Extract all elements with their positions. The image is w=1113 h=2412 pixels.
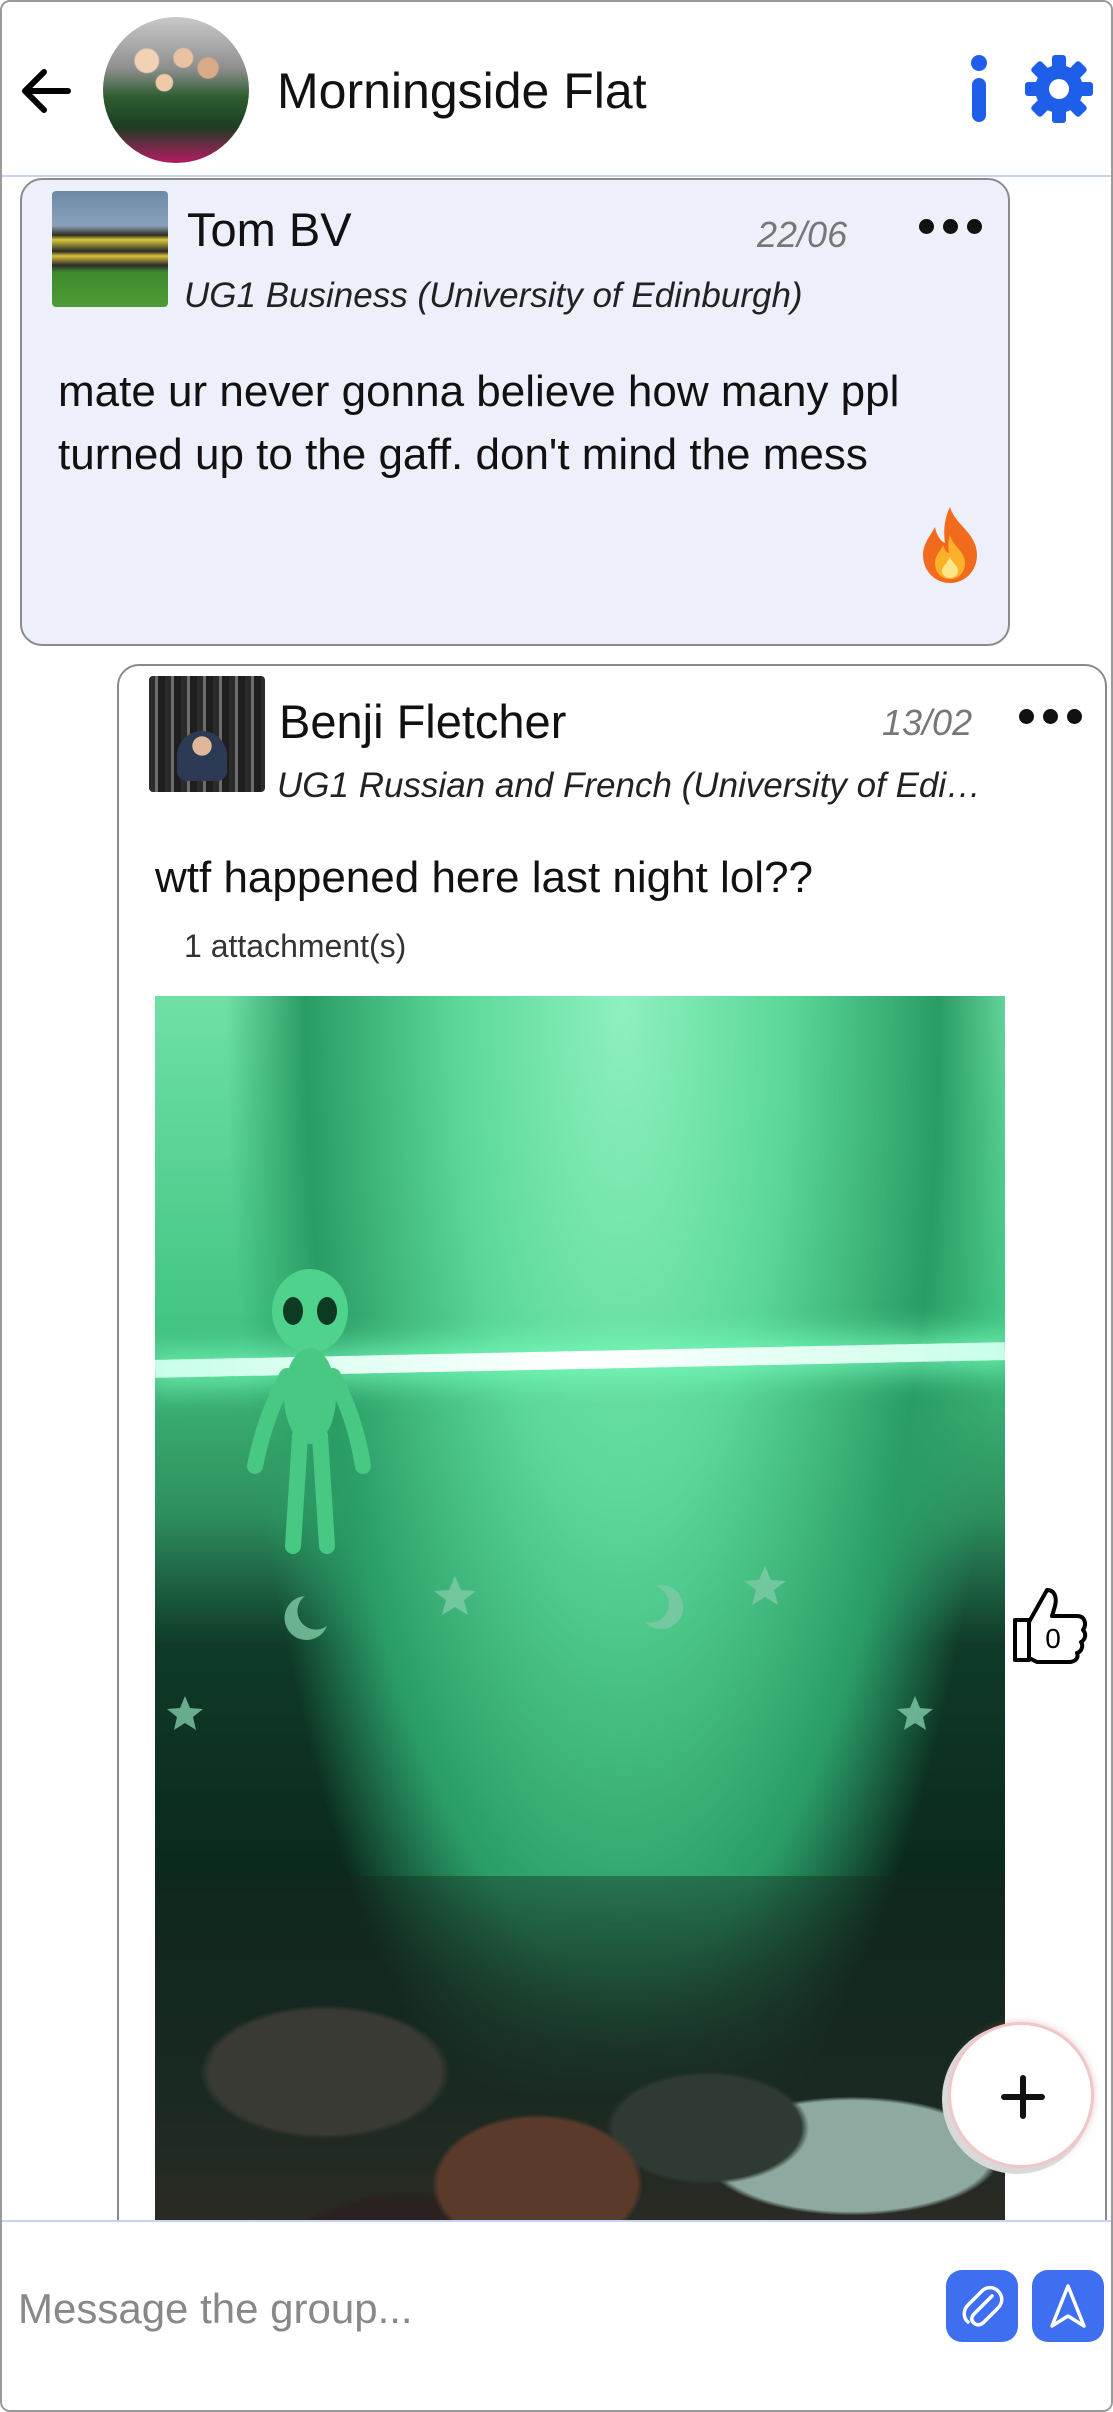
group-avatar[interactable] [103,17,249,163]
sender-name: Benji Fletcher [279,695,567,748]
attachment-count: 1 attachment(s) [184,928,407,964]
plus-icon [1001,2075,1045,2119]
arrow-left-icon [22,69,71,113]
paperclip-icon [962,2285,1004,2327]
sender-course: UG1 Russian and French (University of Ed… [277,766,987,805]
message-timestamp: 13/02 [882,702,973,743]
message-text: mate ur never gonna believe how many ppl… [58,367,900,479]
more-dots-icon [1043,709,1058,724]
message-card: Tom BV 22/06 UG1 Business (University of… [20,178,1010,646]
image-detail [167,1566,933,1730]
more-dots-icon [919,219,934,234]
chat-screen: Morningside Flat Tom BV 22/06 UG1 Busine… [0,0,1113,2412]
message-options-button[interactable] [1017,702,1087,732]
chat-header: Morningside Flat [2,2,1111,177]
sender-name: Tom BV [187,203,352,256]
info-icon [971,55,987,122]
sender-avatar[interactable] [149,676,265,792]
like-button[interactable]: 0 [1007,1582,1091,1666]
sender-avatar[interactable] [52,191,168,307]
message-input[interactable] [18,2274,918,2344]
settings-button[interactable] [1024,54,1094,124]
message-options-button[interactable] [917,212,987,242]
sender-course: UG1 Business (University of Edinburgh) [184,276,803,315]
attach-button[interactable] [946,2270,1018,2342]
gear-icon [1025,55,1093,123]
add-button[interactable] [948,2022,1094,2168]
info-button[interactable] [962,54,996,124]
like-count: 0 [1045,1623,1061,1654]
more-dots-icon [943,219,958,234]
message-text: wtf happened here last night lol?? [155,853,814,902]
send-icon [1050,2284,1086,2328]
group-title: Morningside Flat [277,63,647,119]
more-dots-icon [967,219,982,234]
back-button[interactable] [16,60,78,122]
more-dots-icon [1067,709,1082,724]
message-timestamp: 22/06 [757,214,848,255]
attachment-image[interactable] [155,996,1005,2410]
message-card: Benji Fletcher 13/02 UG1 Russian and Fre… [117,664,1107,2410]
more-dots-icon [1019,709,1034,724]
send-button[interactable] [1032,2270,1104,2342]
thumbs-up-icon: 0 [1013,1588,1088,1664]
fire-reaction-icon[interactable]: 🔥 [915,505,985,585]
image-detail [247,1269,371,1554]
message-composer [2,2220,1111,2410]
